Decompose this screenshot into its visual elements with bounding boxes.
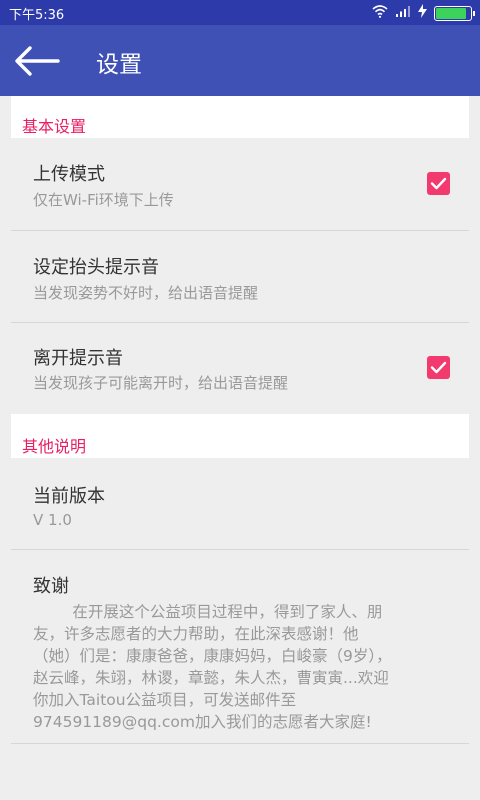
- app-toolbar: 设置: [0, 25, 480, 96]
- section-title-basic: 基本设置: [22, 117, 87, 136]
- setting-posture-sound[interactable]: 设定抬头提示音 当发现姿势不好时，给出语音提醒: [11, 231, 469, 322]
- thanks-line: （她）们是：康康爸爸，康康妈妈，白峻豪（9岁），: [33, 647, 392, 665]
- leave-sound-checkbox[interactable]: [427, 356, 450, 379]
- check-icon: [430, 177, 447, 190]
- status-icons: [372, 4, 475, 22]
- thanks-line: 友，许多志愿者的大力帮助，在此深表感谢！他: [33, 625, 359, 643]
- settings-list[interactable]: 基本设置 上传模式 仅在Wi-Fi环境下上传 设定抬头提示音 当发现姿势不好时，…: [0, 96, 480, 800]
- setting-title: 上传模式: [33, 164, 105, 185]
- battery-level: [436, 7, 466, 19]
- setting-version[interactable]: 当前版本 V 1.0: [11, 458, 469, 549]
- setting-title: 离开提示音: [33, 348, 123, 369]
- setting-title: 设定抬头提示音: [33, 257, 159, 278]
- thanks-line: 赵云峰，朱翊，林谡，章懿，朱人杰，曹寅寅...欢迎: [33, 669, 389, 687]
- charging-icon: [418, 4, 427, 22]
- wifi-icon: [372, 4, 388, 22]
- arrow-left-icon[interactable]: [14, 45, 60, 77]
- section-title-other: 其他说明: [22, 437, 87, 456]
- setting-summary: V 1.0: [33, 511, 72, 529]
- setting-leave-sound[interactable]: 离开提示音 当发现孩子可能离开时，给出语音提醒: [11, 323, 469, 413]
- divider: [11, 743, 469, 744]
- thanks-text: 在开展这个公益项目过程中，得到了家人、朋 友，许多志愿者的大力帮助，在此深表感谢…: [33, 601, 453, 733]
- thanks-line: 你加入Taitou公益项目，可发送邮件至: [33, 691, 297, 709]
- check-icon: [430, 361, 447, 374]
- status-time: 下午5:36: [9, 8, 65, 23]
- setting-title: 致谢: [33, 576, 69, 597]
- upload-mode-checkbox[interactable]: [427, 172, 450, 195]
- setting-summary: 当发现孩子可能离开时，给出语音提醒: [33, 374, 289, 392]
- setting-upload-mode[interactable]: 上传模式 仅在Wi-Fi环境下上传: [11, 138, 469, 230]
- setting-summary: 当发现姿势不好时，给出语音提醒: [33, 284, 259, 302]
- status-bar: 下午5:36: [0, 0, 480, 25]
- setting-title: 当前版本: [33, 486, 105, 507]
- section-header-other: 其他说明: [11, 414, 469, 458]
- page-title: 设置: [96, 52, 142, 78]
- battery-icon: [434, 5, 475, 21]
- thanks-line: 974591189@qq.com加入我们的志愿者大家庭!: [33, 713, 372, 731]
- signal-icon: [395, 5, 411, 22]
- section-header-basic: 基本设置: [11, 96, 469, 138]
- thanks-line: 在开展这个公益项目过程中，得到了家人、朋: [33, 603, 383, 621]
- setting-summary: 仅在Wi-Fi环境下上传: [33, 191, 174, 209]
